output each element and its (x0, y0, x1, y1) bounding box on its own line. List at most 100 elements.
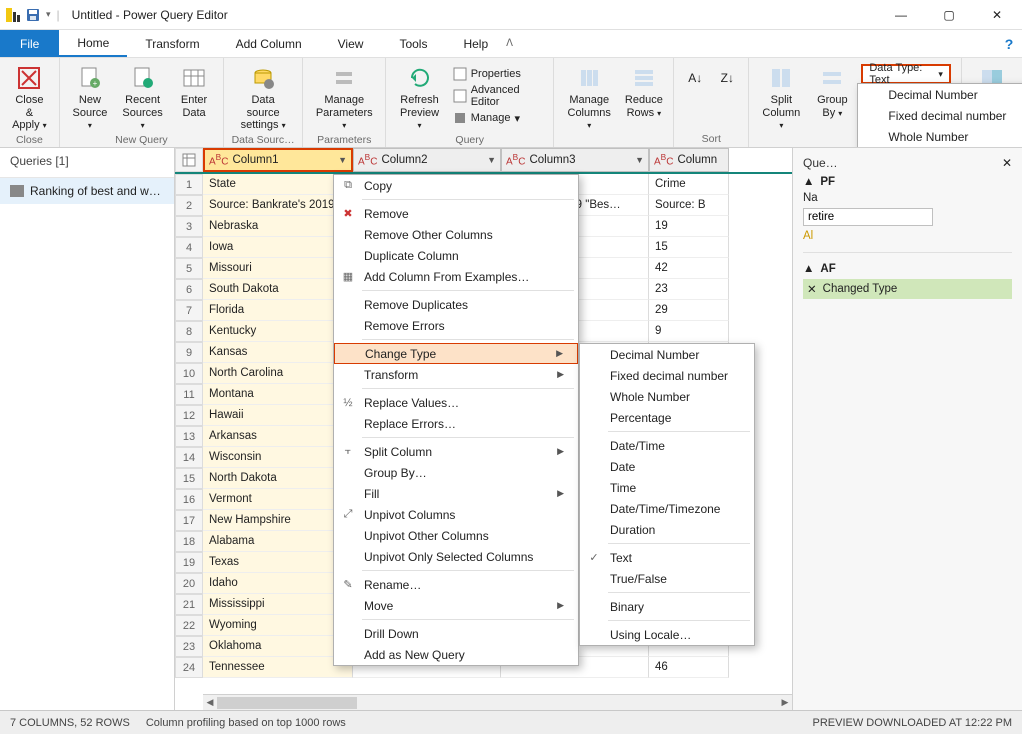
sub-datetime[interactable]: Date/Time (580, 435, 754, 456)
cell[interactable]: Missouri (203, 258, 353, 279)
applied-step[interactable]: ✕Changed Type (803, 279, 1012, 299)
ctx-move[interactable]: Move▶ (334, 595, 578, 616)
ctx-add-examples[interactable]: ▦Add Column From Examples… (334, 266, 578, 287)
tab-help[interactable]: Help (445, 30, 506, 57)
row-number[interactable]: 3 (175, 216, 203, 237)
cell[interactable]: State (203, 174, 353, 195)
ctx-copy[interactable]: ⧉Copy (334, 175, 578, 196)
type-fixed-decimal[interactable]: Fixed decimal number (858, 105, 1022, 126)
sub-date[interactable]: Date (580, 456, 754, 477)
row-number[interactable]: 9 (175, 342, 203, 363)
ctx-split-column[interactable]: ⫟Split Column▶ (334, 441, 578, 462)
ctx-remove-err[interactable]: Remove Errors (334, 315, 578, 336)
manage-columns-button[interactable]: ManageColumns ▾ (560, 62, 618, 134)
cell[interactable]: Texas (203, 552, 353, 573)
ctx-group-by[interactable]: Group By… (334, 462, 578, 483)
filter-icon[interactable]: ▼ (338, 155, 347, 165)
column-header-2[interactable]: ABCColumn2▼ (353, 148, 501, 172)
sub-percentage[interactable]: Percentage (580, 407, 754, 428)
all-properties-link[interactable]: Al (803, 230, 813, 242)
row-number[interactable]: 15 (175, 468, 203, 489)
tab-view[interactable]: View (320, 30, 382, 57)
sub-text[interactable]: ✓Text (580, 547, 754, 568)
save-icon[interactable] (26, 8, 40, 22)
row-number[interactable]: 23 (175, 636, 203, 657)
enter-data-button[interactable]: EnterData (171, 62, 217, 134)
new-source-button[interactable]: +NewSource ▾ (66, 62, 114, 134)
close-pane-icon[interactable]: ✕ (1002, 156, 1012, 170)
split-column-button[interactable]: SplitColumn ▾ (755, 62, 807, 134)
row-number[interactable]: 18 (175, 531, 203, 552)
row-number[interactable]: 12 (175, 405, 203, 426)
sub-binary[interactable]: Binary (580, 596, 754, 617)
cell[interactable]: Wyoming (203, 615, 353, 636)
row-number[interactable]: 4 (175, 237, 203, 258)
ctx-unpivot-sel[interactable]: Unpivot Only Selected Columns (334, 546, 578, 567)
cell[interactable]: Idaho (203, 573, 353, 594)
row-number[interactable]: 24 (175, 657, 203, 678)
tab-add-column[interactable]: Add Column (218, 30, 320, 57)
cell[interactable]: North Dakota (203, 468, 353, 489)
ctx-change-type[interactable]: Change Type▶ (334, 343, 578, 364)
refresh-preview-button[interactable]: RefreshPreview ▾ (392, 62, 446, 134)
cell[interactable]: Nebraska (203, 216, 353, 237)
sub-whole[interactable]: Whole Number (580, 386, 754, 407)
cell[interactable]: North Carolina (203, 363, 353, 384)
reduce-rows-button[interactable]: ReduceRows ▾ (620, 62, 667, 134)
sort-asc-button[interactable]: A↓ (680, 62, 710, 133)
row-number[interactable]: 6 (175, 279, 203, 300)
data-type-button[interactable]: Data Type: Text▾ (861, 64, 951, 84)
query-item[interactable]: Ranking of best and w… (0, 178, 174, 204)
cell[interactable]: Tennessee (203, 657, 353, 678)
sub-truefalse[interactable]: True/False (580, 568, 754, 589)
cell[interactable]: 15 (649, 237, 729, 258)
cell[interactable]: 19 (649, 216, 729, 237)
row-number[interactable]: 1 (175, 174, 203, 195)
tab-home[interactable]: Home (59, 30, 127, 57)
ctx-rename[interactable]: ✎Rename… (334, 574, 578, 595)
column-header-3[interactable]: ABCColumn3▼ (501, 148, 649, 172)
row-number[interactable]: 11 (175, 384, 203, 405)
ctx-unpivot-other[interactable]: Unpivot Other Columns (334, 525, 578, 546)
row-number[interactable]: 17 (175, 510, 203, 531)
row-number[interactable]: 10 (175, 363, 203, 384)
ribbon-collapse-icon[interactable]: ᐱ (506, 30, 513, 57)
step-close-icon[interactable]: ✕ (807, 282, 817, 296)
ctx-unpivot[interactable]: ⤢Unpivot Columns (334, 504, 578, 525)
minimize-button[interactable]: ― (886, 8, 916, 22)
row-number[interactable]: 2 (175, 195, 203, 216)
cell[interactable]: Wisconsin (203, 447, 353, 468)
cell[interactable]: Hawaii (203, 405, 353, 426)
ctx-transform[interactable]: Transform▶ (334, 364, 578, 385)
cell[interactable]: Kansas (203, 342, 353, 363)
cell[interactable]: Montana (203, 384, 353, 405)
ctx-duplicate[interactable]: Duplicate Column (334, 245, 578, 266)
sub-decimal[interactable]: Decimal Number (580, 344, 754, 365)
file-menu[interactable]: File (0, 30, 59, 57)
cell[interactable]: 9 (649, 321, 729, 342)
cell[interactable]: Kentucky (203, 321, 353, 342)
horizontal-scrollbar[interactable]: ◀▶ (203, 694, 792, 710)
row-number[interactable]: 19 (175, 552, 203, 573)
row-number[interactable]: 7 (175, 300, 203, 321)
ctx-add-query[interactable]: Add as New Query (334, 644, 578, 665)
cell[interactable]: New Hampshire (203, 510, 353, 531)
qat-dropdown-icon[interactable]: ▾ (46, 9, 51, 20)
cell[interactable]: Source: Bankrate's 2019 " (203, 195, 353, 216)
cell[interactable]: Arkansas (203, 426, 353, 447)
manage-parameters-button[interactable]: ManageParameters ▾ (309, 62, 379, 134)
scroll-thumb[interactable] (217, 697, 357, 709)
query-name-input[interactable] (803, 208, 933, 226)
ctx-drill-down[interactable]: Drill Down (334, 623, 578, 644)
row-number[interactable]: 21 (175, 594, 203, 615)
cell[interactable]: 23 (649, 279, 729, 300)
row-number[interactable]: 16 (175, 489, 203, 510)
cell[interactable]: Vermont (203, 489, 353, 510)
close-button[interactable]: ✕ (982, 8, 1012, 22)
column-header-4[interactable]: ABCColumn (649, 148, 729, 172)
row-number[interactable]: 22 (175, 615, 203, 636)
ctx-remove[interactable]: ✖Remove (334, 203, 578, 224)
cell[interactable]: South Dakota (203, 279, 353, 300)
cell[interactable]: Alabama (203, 531, 353, 552)
column-header-1[interactable]: ABCColumn1▼ (203, 148, 353, 172)
